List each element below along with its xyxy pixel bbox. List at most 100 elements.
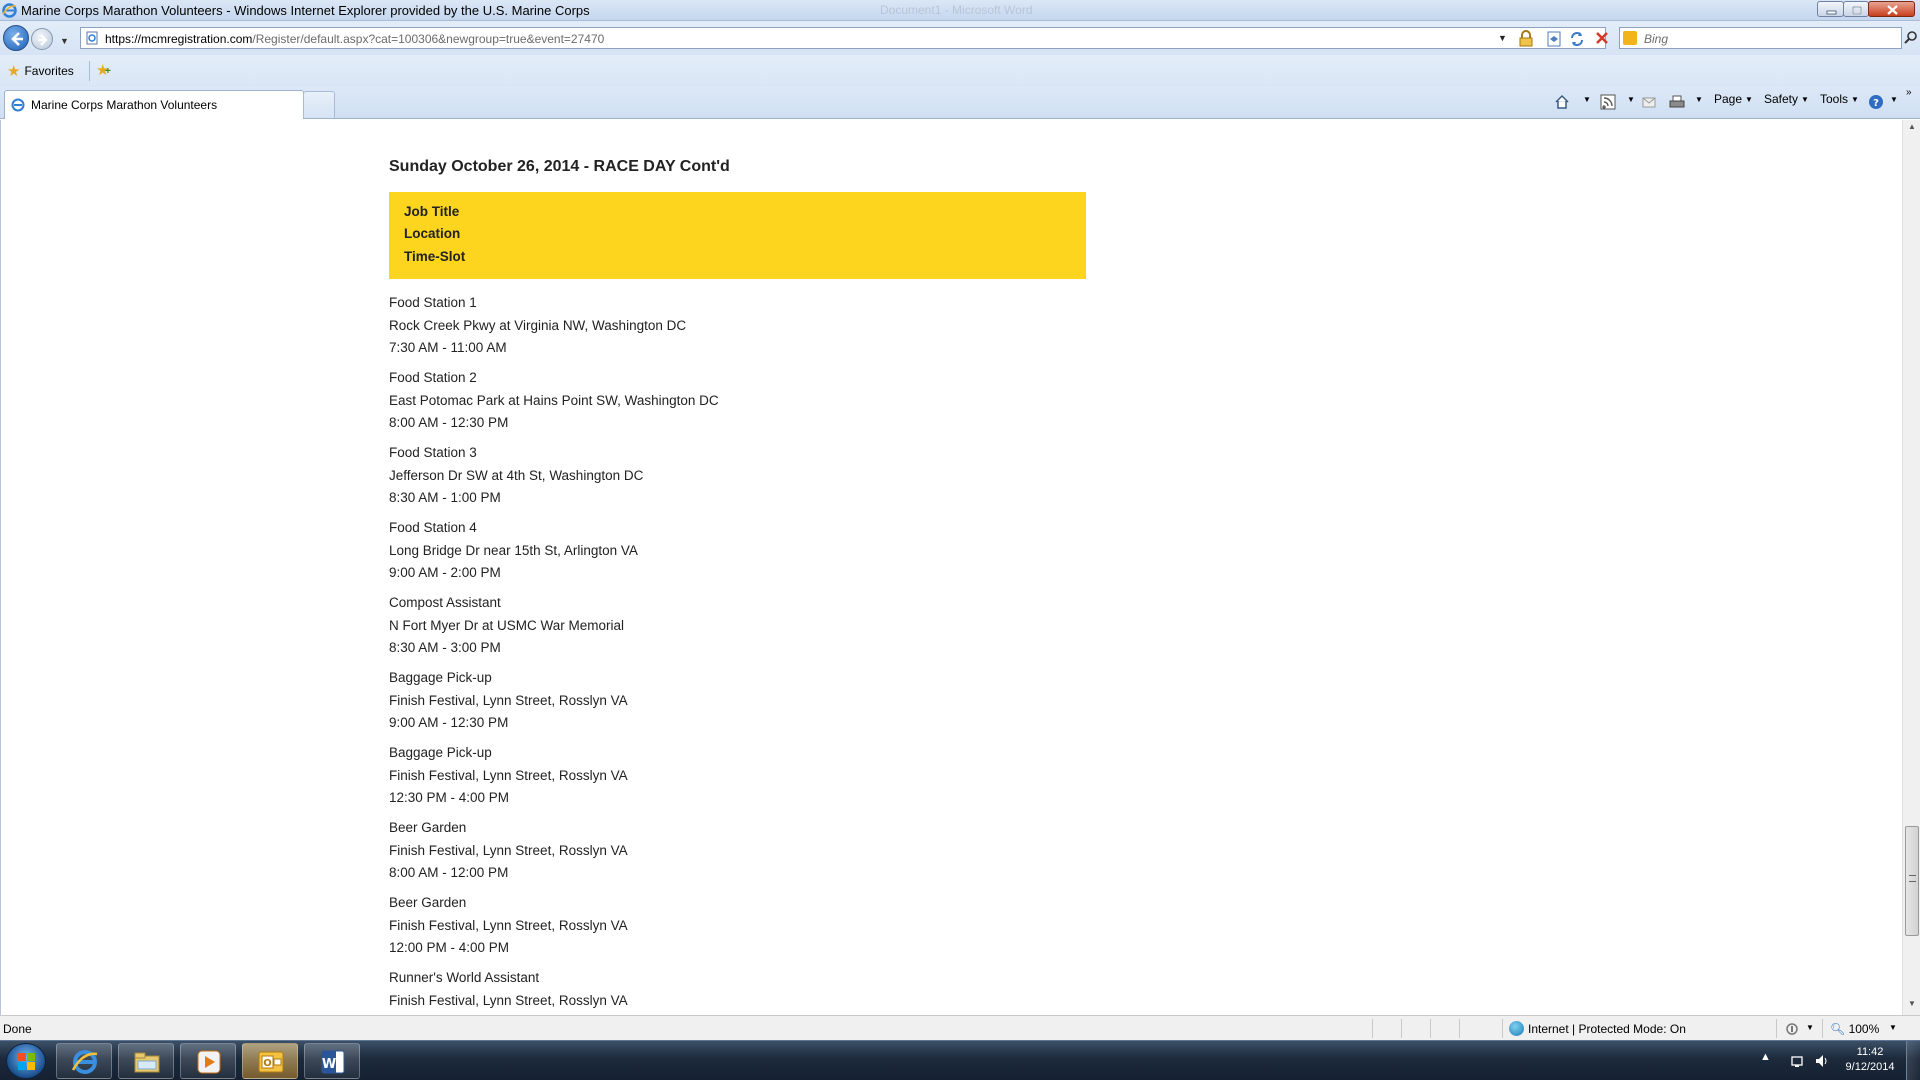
home-icon[interactable] — [1554, 94, 1570, 110]
job-time: 8:30 AM - 1:00 PM — [389, 490, 501, 505]
show-hidden-icons-button[interactable]: ▲ — [1760, 1051, 1771, 1063]
minimize-button[interactable] — [1817, 1, 1844, 17]
job-title: Food Station 2 — [389, 370, 477, 385]
windows-logo-blue — [18, 1062, 26, 1070]
feeds-dropdown[interactable]: ▼ — [1624, 92, 1635, 114]
stop-icon[interactable] — [1594, 30, 1610, 46]
privacy-report-icon[interactable] — [1784, 1021, 1800, 1037]
print-dropdown[interactable]: ▼ — [1692, 92, 1703, 114]
zoom-dropdown[interactable]: ▼ — [1889, 1023, 1897, 1032]
zoom-level[interactable]: 🔍︎ 100% — [1830, 1022, 1879, 1036]
list-item: Food Station 4 Long Bridge Dr near 15th … — [389, 517, 1189, 592]
windows-logo-yellow — [27, 1062, 35, 1070]
read-mail-icon[interactable] — [1641, 94, 1657, 110]
job-time: 8:00 AM - 12:00 PM — [389, 865, 509, 880]
scroll-down-arrow-icon[interactable]: ▼ — [1905, 999, 1919, 1013]
job-title: Food Station 4 — [389, 520, 477, 535]
job-time: 9:00 AM - 2:00 PM — [389, 565, 501, 580]
add-to-favorites-bar-button[interactable]: ★ + — [96, 61, 111, 79]
list-item: Beer Garden Finish Festival, Lynn Street… — [389, 892, 1189, 967]
job-location: Finish Festival, Lynn Street, Rosslyn VA — [389, 842, 628, 858]
compatibility-view-icon[interactable] — [1546, 31, 1562, 47]
scrollbar-thumb[interactable] — [1905, 826, 1919, 936]
status-separator — [1502, 1019, 1503, 1038]
chevron-more-icon[interactable]: » — [1906, 87, 1912, 109]
help-dropdown[interactable]: ▼ — [1887, 92, 1898, 114]
internet-explorer-icon — [71, 1050, 98, 1074]
address-bar[interactable]: https://mcmregistration.com/Register/def… — [80, 27, 1606, 49]
taskbar-media-player[interactable] — [180, 1043, 236, 1079]
volume-icon[interactable] — [1814, 1053, 1830, 1069]
job-location: East Potomac Park at Hains Point SW, Was… — [389, 392, 719, 408]
home-dropdown[interactable]: ▼ — [1580, 92, 1591, 114]
lock-icon[interactable] — [1518, 30, 1534, 47]
page-menu-label: Page — [1714, 92, 1743, 106]
network-icon[interactable] — [1790, 1053, 1806, 1069]
taskbar-file-explorer[interactable] — [118, 1043, 174, 1079]
maximize-button[interactable] — [1843, 1, 1869, 17]
svg-text:?: ? — [1873, 98, 1879, 109]
privacy-dropdown[interactable]: ▼ — [1806, 1023, 1814, 1032]
vertical-scrollbar[interactable]: ▲ ▼ — [1902, 120, 1920, 1015]
section-title: Sunday October 26, 2014 - RACE DAY Cont'… — [389, 158, 730, 175]
list-item: Food Station 2 East Potomac Park at Hain… — [389, 367, 1189, 442]
scroll-up-arrow-icon[interactable]: ▲ — [1905, 122, 1919, 136]
tab-page-icon — [11, 98, 25, 112]
recent-pages-dropdown[interactable]: ▼ — [60, 36, 69, 46]
back-arrow-icon — [11, 32, 23, 46]
favorites-bar: ★ Favorites ★ + — [0, 55, 1920, 87]
job-location: N Fort Myer Dr at USMC War Memorial — [389, 617, 625, 633]
tab-label: Marine Corps Marathon Volunteers — [31, 98, 218, 112]
start-button[interactable] — [6, 1043, 46, 1079]
security-zone[interactable]: Internet | Protected Mode: On — [1528, 1022, 1686, 1036]
clock-time: 11:42 — [1856, 1046, 1884, 1058]
url-text[interactable]: https://mcmregistration.com/Register/def… — [105, 32, 604, 46]
status-separator — [1776, 1019, 1777, 1038]
forward-button[interactable] — [31, 28, 53, 50]
show-desktop-button[interactable] — [1906, 1041, 1920, 1080]
tab-marine-corps-volunteers[interactable]: Marine Corps Marathon Volunteers — [4, 90, 304, 119]
list-item: Food Station 1 Rock Creek Pkwy at Virgin… — [389, 292, 1189, 367]
windows-taskbar: O W ▲ 11:42 9/12/2014 — [0, 1040, 1920, 1080]
job-time: 9:00 AM - 12:30 PM — [389, 715, 509, 730]
job-time: 8:30 AM - 3:00 PM — [389, 640, 501, 655]
search-box[interactable]: Bing — [1619, 27, 1917, 49]
list-item: Runner's World Assistant Finish Festival… — [389, 967, 1189, 1015]
search-icon[interactable] — [1903, 30, 1919, 46]
job-location: Rock Creek Pkwy at Virginia NW, Washingt… — [389, 317, 687, 333]
address-dropdown[interactable]: ▼ — [1498, 33, 1507, 43]
status-separator — [1430, 1019, 1431, 1038]
close-window-button[interactable] — [1868, 1, 1915, 17]
back-button[interactable] — [3, 25, 29, 51]
tab-bar: Marine Corps Marathon Volunteers ▼ ▼ ▼ P… — [0, 87, 1920, 119]
job-list: Food Station 1 Rock Creek Pkwy at Virgin… — [389, 292, 1189, 1015]
windows-logo-red — [18, 1053, 26, 1061]
list-item: Baggage Pick-up Finish Festival, Lynn St… — [389, 742, 1189, 817]
taskbar-internet-explorer[interactable] — [56, 1043, 112, 1079]
page-icon — [86, 31, 98, 45]
print-icon[interactable] — [1669, 94, 1685, 110]
page-menu[interactable]: Page ▼ — [1714, 92, 1753, 114]
safety-menu[interactable]: Safety ▼ — [1764, 92, 1809, 114]
taskbar-outlook[interactable]: O — [242, 1043, 298, 1079]
column-header-box: Job Title Location Time-Slot — [389, 192, 1086, 279]
list-item: Beer Garden Finish Festival, Lynn Street… — [389, 817, 1189, 892]
favorites-button[interactable]: ★ Favorites — [7, 62, 74, 80]
status-text: Done — [3, 1022, 32, 1036]
help-icon[interactable]: ? — [1868, 94, 1884, 110]
job-location: Finish Festival, Lynn Street, Rosslyn VA — [389, 692, 628, 708]
windows-logo-green — [27, 1053, 35, 1061]
taskbar-microsoft-word[interactable]: W — [304, 1043, 360, 1079]
tools-menu[interactable]: Tools ▼ — [1820, 92, 1859, 114]
refresh-icon[interactable] — [1569, 31, 1585, 47]
job-title: Food Station 1 — [389, 295, 477, 310]
system-clock[interactable]: 11:42 9/12/2014 — [1838, 1045, 1902, 1075]
minimize-icon — [1826, 10, 1837, 15]
svg-text:O: O — [263, 1058, 272, 1069]
job-location: Jefferson Dr SW at 4th St, Washington DC — [389, 467, 644, 483]
thumb-grip — [1909, 875, 1916, 882]
feeds-icon[interactable] — [1600, 94, 1616, 110]
new-tab-button[interactable] — [303, 91, 335, 118]
media-player-icon — [197, 1050, 221, 1074]
job-location: Finish Festival, Lynn Street, Rosslyn VA — [389, 767, 628, 783]
